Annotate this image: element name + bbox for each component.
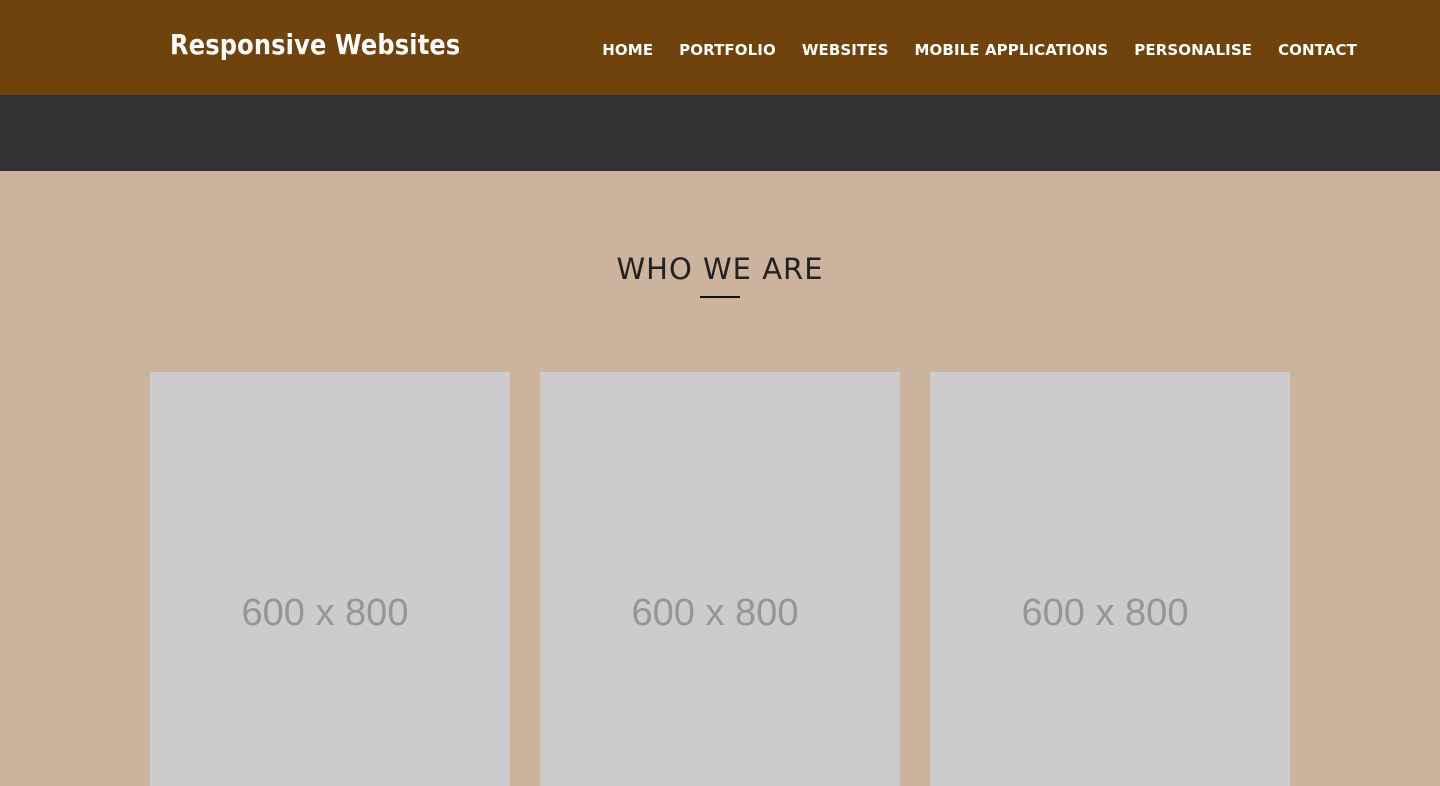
- nav-link-portfolio[interactable]: PORTFOLIO: [679, 41, 776, 59]
- team-card-image: 600 x 800: [150, 372, 510, 786]
- nav-link-personalise[interactable]: PERSONALISE: [1134, 41, 1252, 59]
- site-header: Responsive Websites HOME PORTFOLIO WEBSI…: [0, 0, 1440, 95]
- nav-link-websites[interactable]: WEBSITES: [802, 41, 889, 59]
- who-we-are-section: WHO WE ARE 600 x 800 600 x 800 600 x 800: [0, 171, 1440, 786]
- image-placeholder-label: 600 x 800: [241, 592, 409, 634]
- team-card-image: 600 x 800: [930, 372, 1290, 786]
- nav-link-contact[interactable]: CONTACT: [1278, 41, 1357, 59]
- image-placeholder-label: 600 x 800: [631, 592, 799, 634]
- hero-band: [0, 95, 1440, 171]
- team-card-image: 600 x 800: [540, 372, 900, 786]
- title-underline: [700, 296, 740, 298]
- nav-link-home[interactable]: HOME: [602, 41, 653, 59]
- nav-link-mobile-applications[interactable]: MOBILE APPLICATIONS: [915, 41, 1109, 59]
- section-title: WHO WE ARE: [616, 252, 824, 286]
- image-placeholder-label: 600 x 800: [1021, 592, 1189, 634]
- main-navigation: HOME PORTFOLIO WEBSITES MOBILE APPLICATI…: [602, 40, 1357, 60]
- brand-logo-link[interactable]: Responsive Websites: [170, 28, 460, 62]
